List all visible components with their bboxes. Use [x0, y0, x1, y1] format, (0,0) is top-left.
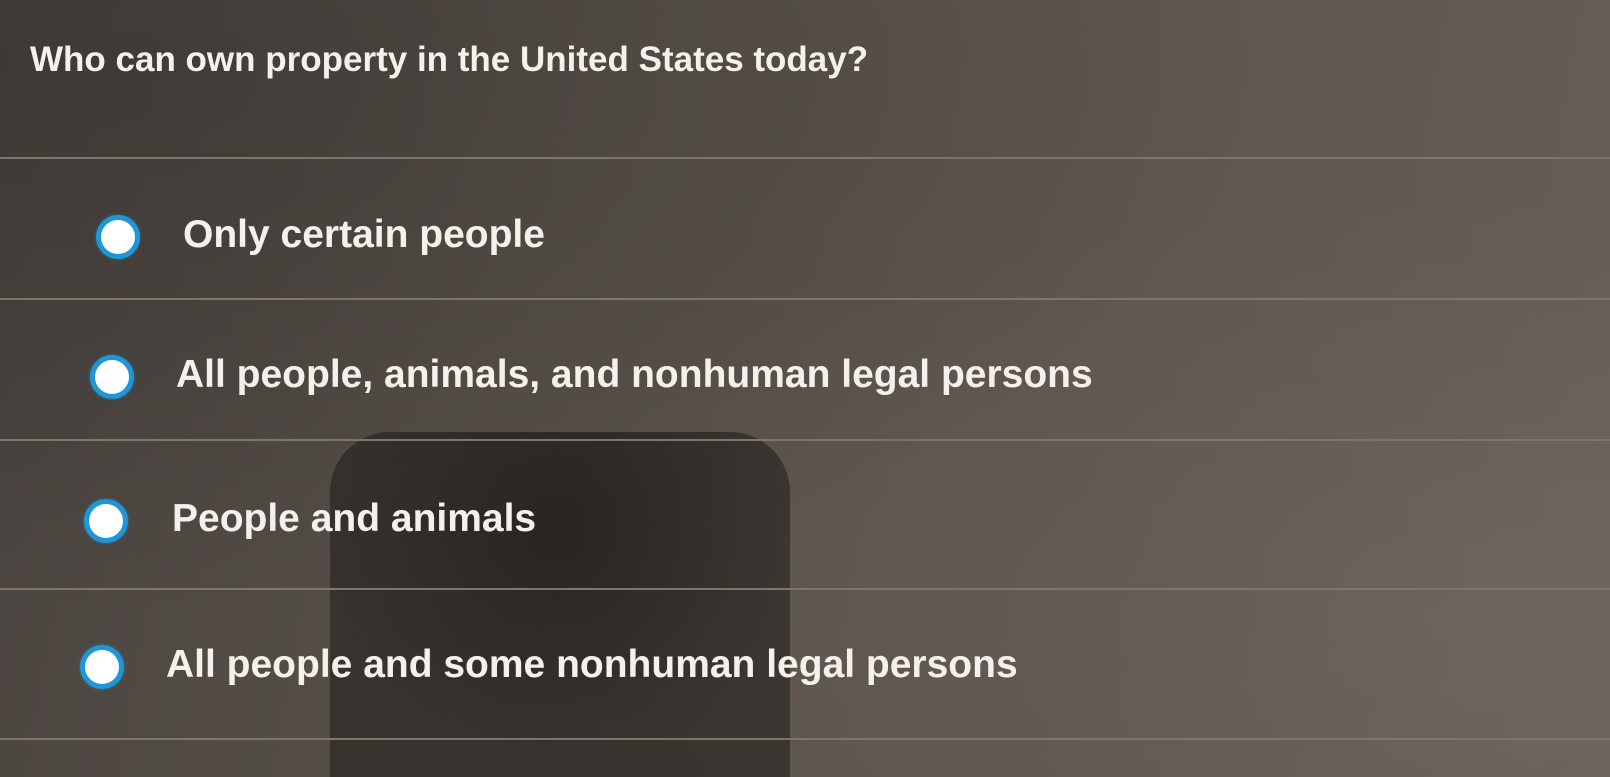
divider: [0, 157, 1610, 159]
option-label: All people and some nonhuman legal perso…: [166, 643, 1018, 686]
option-only-certain-people[interactable]: Only certain people: [0, 162, 1610, 312]
option-label: People and animals: [172, 497, 537, 540]
radio-button[interactable]: [84, 499, 128, 543]
option-label: Only certain people: [183, 213, 545, 256]
radio-button[interactable]: [96, 215, 140, 259]
divider: [0, 298, 1610, 300]
radio-button[interactable]: [90, 355, 134, 399]
option-all-people-some-nonhuman[interactable]: All people and some nonhuman legal perso…: [0, 592, 1610, 742]
question-text: Who can own property in the United State…: [30, 40, 869, 79]
divider: [0, 439, 1610, 441]
divider: [0, 738, 1610, 740]
option-all-people-animals-nonhuman[interactable]: All people, animals, and nonhuman legal …: [0, 302, 1610, 452]
radio-button[interactable]: [80, 645, 124, 689]
option-people-and-animals[interactable]: People and animals: [0, 446, 1610, 596]
option-label: All people, animals, and nonhuman legal …: [176, 353, 1093, 396]
divider: [0, 588, 1610, 590]
